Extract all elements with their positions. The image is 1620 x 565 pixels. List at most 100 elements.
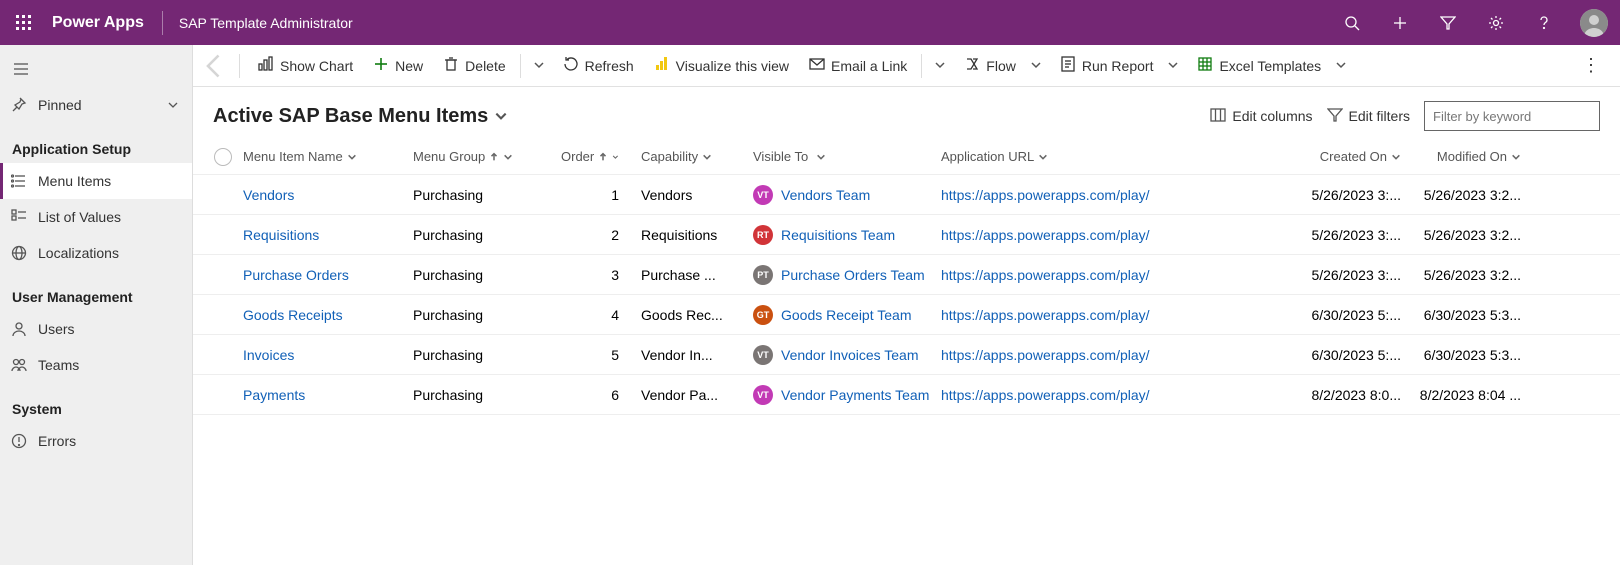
edit-columns-button[interactable]: Edit columns (1210, 107, 1312, 126)
run-report-button[interactable]: Run Report (1052, 51, 1162, 81)
table-row[interactable]: InvoicesPurchasing5Vendor In...VTVendor … (193, 335, 1620, 375)
run-report-label: Run Report (1082, 58, 1154, 74)
refresh-icon (563, 56, 579, 75)
flow-button[interactable]: Flow (956, 51, 1024, 81)
flow-dropdown[interactable] (1024, 54, 1048, 78)
divider (921, 54, 922, 78)
column-header-order[interactable]: Order (561, 149, 641, 164)
menu-item-name-link[interactable]: Goods Receipts (243, 307, 343, 323)
url-link[interactable]: https://apps.powerapps.com/play/ (941, 187, 1150, 203)
refresh-button[interactable]: Refresh (555, 51, 642, 81)
team-link[interactable]: Goods Receipt Team (781, 307, 911, 323)
excel-templates-button[interactable]: Excel Templates (1189, 51, 1329, 81)
more-commands-button[interactable]: ⋮ (1570, 55, 1612, 76)
menu-item-name-link[interactable]: Vendors (243, 187, 294, 203)
sidebar-section-system: System (0, 383, 192, 423)
column-header-visible-to[interactable]: Visible To (753, 149, 941, 164)
user-avatar[interactable] (1580, 9, 1608, 37)
filter-keyword-input[interactable] (1424, 101, 1600, 131)
brand-label: Power Apps (48, 14, 156, 32)
cell-order: 1 (561, 187, 641, 203)
pin-icon (10, 96, 28, 114)
cell-visible-to: RTRequisitions Team (753, 225, 941, 245)
column-header-group[interactable]: Menu Group (413, 149, 561, 164)
globe-icon (10, 244, 28, 262)
email-link-button[interactable]: Email a Link (801, 51, 915, 81)
run-report-dropdown[interactable] (1161, 54, 1185, 78)
cell-visible-to: PTPurchase Orders Team (753, 265, 941, 285)
select-all-checkbox[interactable] (203, 148, 243, 166)
menu-item-name-link[interactable]: Purchase Orders (243, 267, 349, 283)
app-name-label: SAP Template Administrator (169, 15, 353, 31)
cell-modified: 8/2/2023 8:04 ... (1411, 387, 1531, 403)
team-avatar: VT (753, 185, 773, 205)
cell-capability: Vendor Pa... (641, 387, 753, 403)
hamburger-icon[interactable] (0, 51, 192, 87)
team-avatar: VT (753, 345, 773, 365)
sidebar-item-localizations[interactable]: Localizations (0, 235, 192, 271)
menu-item-name-link[interactable]: Payments (243, 387, 305, 403)
column-header-name[interactable]: Menu Item Name (243, 149, 413, 164)
team-link[interactable]: Requisitions Team (781, 227, 895, 243)
search-icon[interactable] (1328, 0, 1376, 45)
url-link[interactable]: https://apps.powerapps.com/play/ (941, 227, 1150, 243)
checklist-icon (10, 208, 28, 226)
visualize-label: Visualize this view (676, 58, 789, 74)
sidebar-item-teams[interactable]: Teams (0, 347, 192, 383)
cell-capability: Vendors (641, 187, 753, 203)
team-link[interactable]: Purchase Orders Team (781, 267, 925, 283)
table-row[interactable]: RequisitionsPurchasing2RequisitionsRTReq… (193, 215, 1620, 255)
show-chart-button[interactable]: Show Chart (250, 51, 361, 81)
cell-order: 5 (561, 347, 641, 363)
back-button[interactable] (201, 52, 229, 80)
data-grid: Menu Item Name Menu Group Order Capabili… (193, 139, 1620, 415)
app-launcher-icon[interactable] (0, 0, 48, 45)
list-icon (10, 172, 28, 190)
team-link[interactable]: Vendor Payments Team (781, 387, 929, 403)
column-header-capability[interactable]: Capability (641, 149, 753, 164)
menu-item-name-link[interactable]: Requisitions (243, 227, 319, 243)
cell-modified: 5/26/2023 3:2... (1411, 267, 1531, 283)
table-row[interactable]: VendorsPurchasing1VendorsVTVendors Teamh… (193, 175, 1620, 215)
new-button[interactable]: New (365, 51, 431, 81)
column-header-modified[interactable]: Modified On (1411, 149, 1531, 164)
url-link[interactable]: https://apps.powerapps.com/play/ (941, 267, 1150, 283)
funnel-icon (1327, 107, 1343, 126)
cell-capability: Vendor In... (641, 347, 753, 363)
excel-templates-dropdown[interactable] (1329, 54, 1353, 78)
sidebar-item-users[interactable]: Users (0, 311, 192, 347)
sidebar-item-list-of-values[interactable]: List of Values (0, 199, 192, 235)
sidebar-item-label: Users (38, 321, 75, 337)
team-link[interactable]: Vendors Team (781, 187, 870, 203)
visualize-button[interactable]: Visualize this view (646, 51, 797, 81)
table-row[interactable]: Purchase OrdersPurchasing3Purchase ...PT… (193, 255, 1620, 295)
sidebar-section-application-setup: Application Setup (0, 123, 192, 163)
sidebar-pinned[interactable]: Pinned (0, 87, 192, 123)
table-row[interactable]: PaymentsPurchasing6Vendor Pa...VTVendor … (193, 375, 1620, 415)
filter-icon[interactable] (1424, 0, 1472, 45)
delete-button[interactable]: Delete (435, 51, 513, 81)
view-title-dropdown[interactable]: Active SAP Base Menu Items (213, 105, 508, 128)
url-link[interactable]: https://apps.powerapps.com/play/ (941, 307, 1150, 323)
email-link-dropdown[interactable] (928, 54, 952, 78)
table-row[interactable]: Goods ReceiptsPurchasing4Goods Rec...GTG… (193, 295, 1620, 335)
help-icon[interactable] (1520, 0, 1568, 45)
add-icon[interactable] (1376, 0, 1424, 45)
sort-asc-icon (489, 152, 499, 162)
sidebar-item-menu-items[interactable]: Menu Items (0, 163, 192, 199)
url-link[interactable]: https://apps.powerapps.com/play/ (941, 387, 1150, 403)
sidebar-item-label: Errors (38, 433, 76, 449)
column-header-url[interactable]: Application URL (941, 149, 1291, 164)
menu-item-name-link[interactable]: Invoices (243, 347, 294, 363)
cell-capability: Purchase ... (641, 267, 753, 283)
edit-filters-button[interactable]: Edit filters (1327, 107, 1410, 126)
cell-capability: Requisitions (641, 227, 753, 243)
team-link[interactable]: Vendor Invoices Team (781, 347, 919, 363)
sidebar-item-errors[interactable]: Errors (0, 423, 192, 459)
column-header-created[interactable]: Created On (1291, 149, 1411, 164)
settings-icon[interactable] (1472, 0, 1520, 45)
sidebar-item-label: Localizations (38, 245, 119, 261)
delete-dropdown[interactable] (527, 54, 551, 78)
cell-modified: 6/30/2023 5:3... (1411, 307, 1531, 323)
url-link[interactable]: https://apps.powerapps.com/play/ (941, 347, 1150, 363)
